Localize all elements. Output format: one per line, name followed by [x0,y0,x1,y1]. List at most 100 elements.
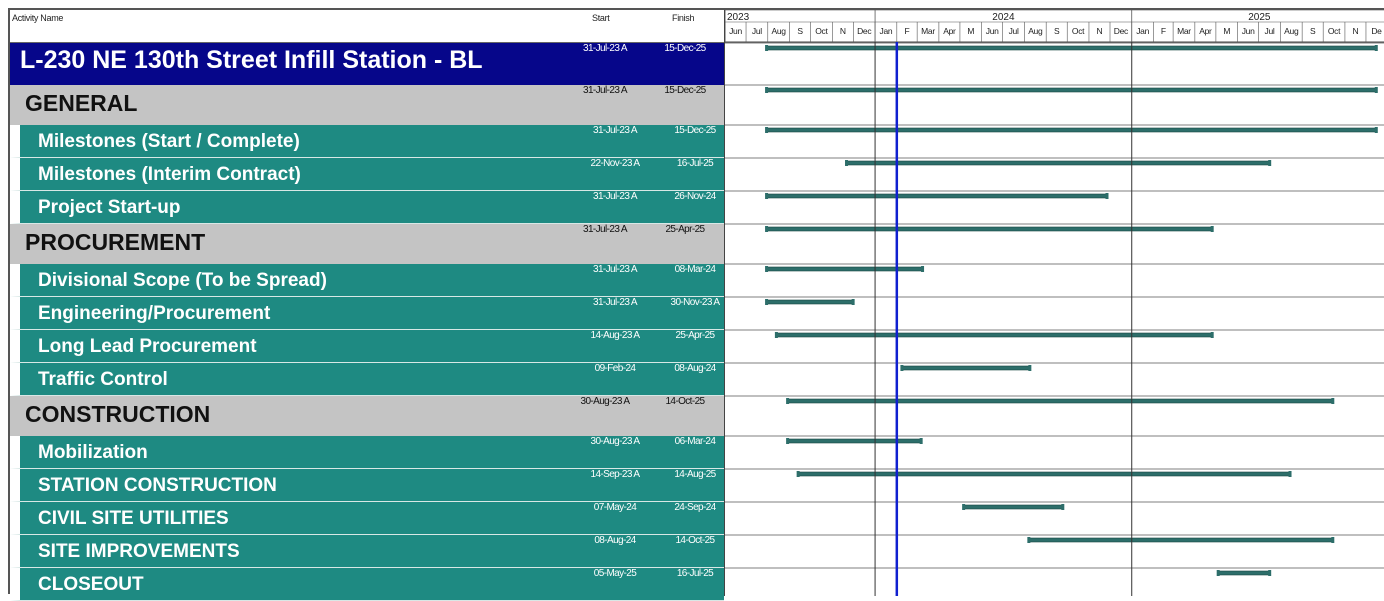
bar-end-cap [1268,570,1272,576]
bar-start-cap [962,504,966,510]
bar-start-cap [765,87,769,93]
start-date: 22-Nov-23 A [590,158,641,169]
activity-row[interactable]: SITE IMPROVEMENTS 08-Aug-24 14-Oct-25 [10,535,724,568]
section-row[interactable]: GENERAL 31-Jul-23 A 15-Dec-25 [10,85,724,125]
activity-row[interactable]: Engineering/Procurement 31-Jul-23 A 30-Nov… [10,297,724,330]
activity-row[interactable]: Milestones (Start / Complete) 31-Jul-23 A… [10,125,724,158]
gantt-bar [766,266,923,272]
gantt-bar [787,438,921,444]
start-header[interactable]: Start [592,13,610,23]
start-date: 30-Aug-23 A [580,396,631,407]
gantt-bar [798,471,1290,477]
activity-name: CLOSEOUT [38,574,144,595]
year-label: 2025 [1248,12,1271,23]
start-date: 31-Jul-23 A [593,191,638,202]
activity-name: CIVIL SITE UTILITIES [38,508,229,529]
finish-date: 15-Dec-25 [674,125,716,136]
month-label: S [1054,26,1060,36]
bar-start-cap [765,45,769,51]
month-label: S [797,26,803,36]
activity-row[interactable]: Traffic Control 09-Feb-24 08-Aug-24 [10,363,724,396]
activity-name: SITE IMPROVEMENTS [38,541,240,562]
start-date: 09-Feb-24 [594,363,636,374]
month-label: Aug [1028,26,1043,36]
start-date: 30-Aug-23 A [590,436,641,447]
bar-start-cap [765,226,769,232]
finish-date: 16-Jul-25 [676,158,714,169]
month-label: S [1310,26,1316,36]
bar-end-cap [1374,87,1378,93]
project-row[interactable]: L-230 NE 130th Street Infill Station - B… [10,43,724,85]
year-label: 2024 [992,12,1015,23]
month-label: M [1223,26,1230,36]
gantt-frame: Activity Name Start Finish L-230 NE 130t… [8,8,1384,601]
activity-row[interactable]: Divisional Scope (To be Spread) 31-Jul-23… [10,264,724,297]
start-date: 31-Jul-23 A [593,125,638,136]
month-label: Mar [1177,26,1191,36]
month-label: Mar [921,26,935,36]
start-date: 07-May-24 [593,502,637,513]
month-label: F [905,26,910,36]
year-label: 2023 [727,12,750,23]
finish-date: 14-Oct-25 [665,396,705,407]
finish-date: 26-Nov-24 [674,191,716,202]
finish-date: 06-Mar-24 [674,436,716,447]
finish-date: 08-Aug-24 [674,363,716,374]
section-row[interactable]: CONSTRUCTION 30-Aug-23 A 14-Oct-25 [10,396,724,436]
month-label: De [1371,26,1382,36]
activity-name: Engineering/Procurement [38,303,271,324]
bar-start-cap [765,266,769,272]
bar-end-cap [1331,398,1335,404]
activity-row[interactable]: Long Lead Procurement 14-Aug-23 A 25-Apr-2… [10,330,724,363]
start-date: 31-Jul-23 A [583,85,628,96]
column-header: Activity Name Start Finish [10,10,724,43]
month-label: Apr [943,26,956,36]
start-date: 31-Jul-23 A [593,264,638,275]
activity-name: Project Start-up [38,197,181,218]
month-label: Apr [1199,26,1212,36]
bar-end-cap [1374,127,1378,133]
gantt-bar [766,127,1377,133]
month-label: Oct [815,26,828,36]
gantt-chart: 2023 2024 2025 Jun Jul Aug S Oct N Dec Jan F Mar Apr M… [724,10,1384,596]
start-date: 08-Aug-24 [594,535,636,546]
activity-row[interactable]: Milestones (Interim Contract) 22-Nov-23 A… [10,158,724,191]
bar-end-cap [1288,471,1292,477]
gantt-bar [787,398,1333,404]
month-label: N [1353,26,1359,36]
bar-end-cap [1105,193,1109,199]
bar-start-cap [1216,570,1220,576]
activity-name: Mobilization [38,442,148,463]
finish-header[interactable]: Finish [672,13,695,23]
start-date: 31-Jul-23 A [583,43,628,54]
gantt-bar [766,299,853,305]
section-row[interactable]: PROCUREMENT 31-Jul-23 A 25-Apr-25 [10,224,724,264]
activity-name-header[interactable]: Activity Name [12,13,63,23]
month-label: Jul [752,26,762,36]
gantt-bar [1029,537,1333,543]
activity-name: Long Lead Procurement [38,336,257,357]
bar-start-cap [774,332,778,338]
month-label: Jul [1265,26,1275,36]
activity-row[interactable]: Mobilization 30-Aug-23 A 06-Mar-24 [10,436,724,469]
finish-date: 08-Mar-24 [674,264,716,275]
bar-end-cap [851,299,855,305]
activity-name: Milestones (Start / Complete) [38,131,300,152]
bar-start-cap [786,438,790,444]
activity-row[interactable]: Project Start-up 31-Jul-23 A 26-Nov-24 [10,191,724,224]
gantt-svg: 2023 2024 2025 Jun Jul Aug S Oct N Dec Jan F Mar Apr M… [725,10,1384,596]
gantt-bar [776,332,1212,338]
activity-name: Traffic Control [38,369,168,390]
activity-row[interactable]: CIVIL SITE UTILITIES 07-May-24 24-Sep-24 [10,502,724,535]
month-label: N [1097,26,1103,36]
activity-row[interactable]: STATION CONSTRUCTION 14-Sep-23 A 14-Aug-25 [10,469,724,502]
month-label: Jan [1136,26,1149,36]
month-label: Dec [857,26,872,36]
bar-end-cap [1028,365,1032,371]
start-date: 14-Sep-23 A [590,469,641,480]
activity-row[interactable]: CLOSEOUT 05-May-25 16-Jul-25 [10,568,724,601]
month-label: Jun [1242,26,1255,36]
gantt-bar [766,45,1377,51]
bar-end-cap [1374,45,1378,51]
month-label: Jun [986,26,999,36]
